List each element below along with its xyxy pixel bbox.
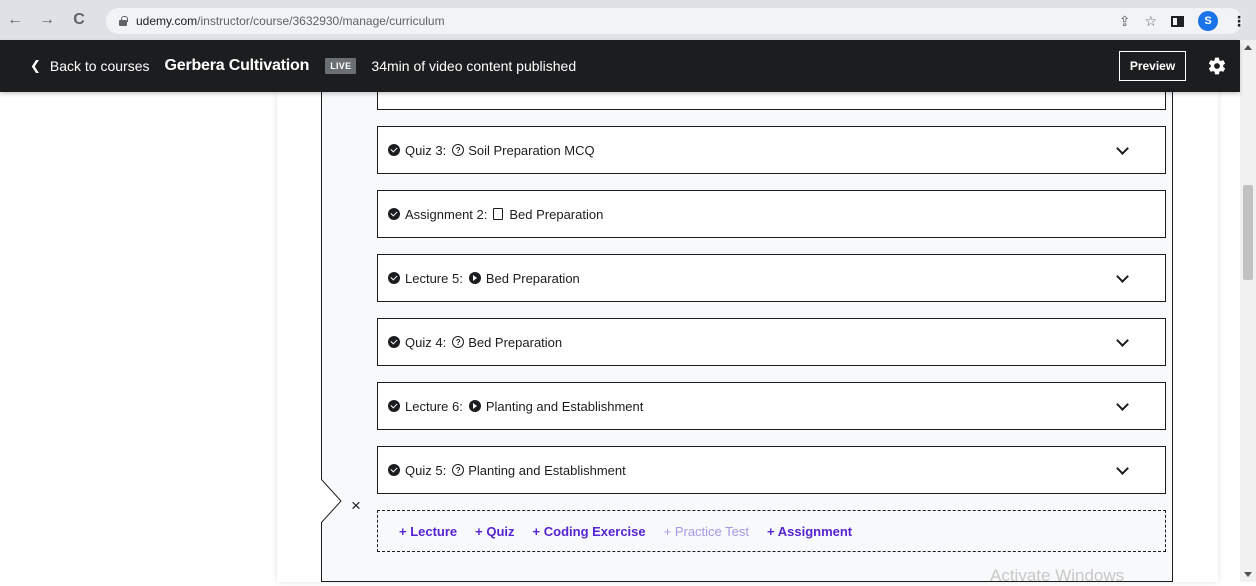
add-lecture-button[interactable]: + Lecture: [399, 524, 457, 539]
curriculum-item-quiz-3[interactable]: Quiz 3: ? Soil Preparation MCQ: [377, 126, 1166, 174]
file-icon: [493, 208, 504, 220]
add-coding-exercise-button[interactable]: + Coding Exercise: [533, 524, 646, 539]
kebab-menu-icon[interactable]: ⋮: [1232, 13, 1246, 30]
side-panel-icon[interactable]: [1171, 15, 1184, 27]
curriculum-item-quiz-4[interactable]: Quiz 4: ? Bed Preparation: [377, 318, 1166, 366]
check-circle-icon: [388, 400, 400, 412]
item-title: Bed Preparation: [468, 334, 563, 350]
course-header: ❮ Back to courses Gerbera Cultivation LI…: [0, 40, 1240, 92]
item-prefix: Lecture 5:: [405, 270, 463, 286]
back-label: Back to courses: [49, 58, 150, 74]
chevron-left-icon: ❮: [30, 58, 41, 73]
item-prefix: Quiz 3:: [405, 142, 447, 158]
chevron-down-icon[interactable]: [1116, 142, 1129, 155]
question-circle-icon: ?: [452, 336, 465, 348]
chevron-down-icon[interactable]: [1116, 462, 1129, 475]
scroll-up-icon[interactable]: [1244, 45, 1252, 50]
question-circle-icon: ?: [452, 144, 465, 156]
published-summary: 34min of video content published: [371, 58, 577, 74]
reload-icon[interactable]: C: [68, 11, 90, 29]
address-bar[interactable]: udemy.com/instructor/course/3632930/mana…: [106, 8, 1242, 34]
item-prefix: Assignment 2:: [405, 206, 488, 222]
add-curriculum-item-bar: + Lecture + Quiz + Coding Exercise + Pra…: [377, 510, 1166, 552]
item-title: Soil Preparation MCQ: [468, 142, 595, 158]
status-badge: LIVE: [325, 58, 357, 74]
play-circle-icon: [468, 400, 481, 412]
check-circle-icon: [388, 208, 400, 220]
scroll-thumb[interactable]: [1243, 185, 1253, 280]
curriculum-item-lecture-5[interactable]: Lecture 5: Bed Preparation: [377, 254, 1166, 302]
curriculum-item-quiz-5[interactable]: Quiz 5: ? Planting and Establishment: [377, 446, 1166, 494]
gear-icon[interactable]: [1207, 56, 1227, 76]
course-title: Gerbera Cultivation: [164, 57, 310, 74]
item-title: Bed Preparation: [485, 270, 580, 286]
profile-avatar[interactable]: S: [1198, 11, 1218, 31]
chevron-down-icon[interactable]: [1116, 398, 1129, 411]
check-circle-icon: [388, 144, 400, 156]
page-scrollbar[interactable]: [1240, 40, 1256, 582]
add-quiz-button[interactable]: + Quiz: [475, 524, 514, 539]
add-practice-test-button: + Practice Test: [663, 523, 750, 539]
check-circle-icon: [388, 336, 400, 348]
url-domain: udemy.com: [136, 14, 198, 28]
preview-button[interactable]: Preview: [1119, 51, 1186, 81]
lock-icon: [118, 16, 128, 26]
add-assignment-button[interactable]: + Assignment: [767, 524, 852, 539]
browser-toolbar: ← → C udemy.com/instructor/course/363293…: [0, 0, 1256, 40]
item-prefix: Quiz 4:: [405, 334, 447, 350]
scroll-down-icon[interactable]: [1244, 572, 1252, 577]
check-circle-icon: [388, 272, 400, 284]
item-prefix: Quiz 5:: [405, 462, 447, 478]
question-circle-icon: ?: [452, 464, 465, 476]
item-title: Planting and Establishment: [468, 462, 626, 478]
chevron-down-icon[interactable]: [1116, 334, 1129, 347]
curriculum-item-assignment-2[interactable]: Assignment 2: Bed Preparation: [377, 190, 1166, 238]
url-path: /instructor/course/3632930/manage/curric…: [197, 14, 445, 28]
back-to-courses-link[interactable]: ❮ Back to courses: [30, 58, 150, 74]
section-notch: [321, 479, 342, 523]
close-icon[interactable]: ×: [351, 496, 361, 516]
item-prefix: Lecture 6:: [405, 398, 463, 414]
back-arrow-icon[interactable]: ←: [4, 11, 26, 29]
check-circle-icon: [388, 464, 400, 476]
bookmark-star-icon[interactable]: ☆: [1144, 13, 1157, 30]
item-title: Bed Preparation: [509, 206, 604, 222]
forward-arrow-icon[interactable]: →: [36, 11, 58, 29]
share-icon[interactable]: ⇪: [1119, 13, 1131, 30]
chevron-down-icon[interactable]: [1116, 270, 1129, 283]
windows-activation-watermark: Activate Windows: [990, 566, 1125, 585]
item-title: Planting and Establishment: [485, 398, 644, 414]
play-circle-icon: [468, 272, 481, 284]
curriculum-item-lecture-6[interactable]: Lecture 6: Planting and Establishment: [377, 382, 1166, 430]
